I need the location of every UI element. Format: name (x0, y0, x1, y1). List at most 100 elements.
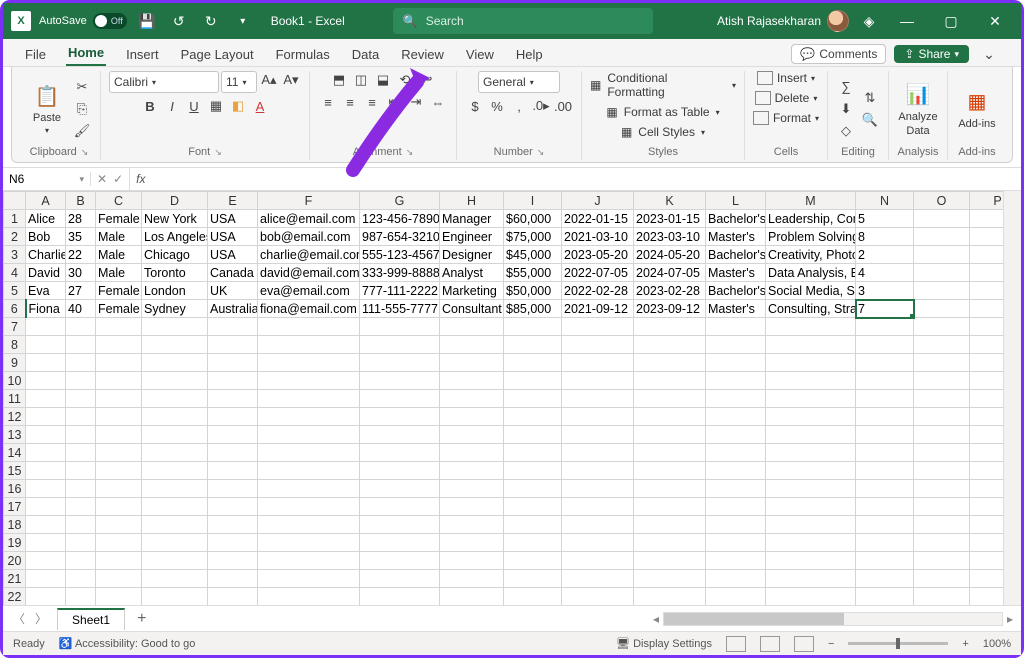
cell-E22[interactable] (208, 588, 258, 606)
cell-H20[interactable] (440, 552, 504, 570)
cell-G7[interactable] (360, 318, 440, 336)
cell-P22[interactable] (970, 588, 1004, 606)
cell-O11[interactable] (914, 390, 970, 408)
cell-O20[interactable] (914, 552, 970, 570)
cell-N1[interactable]: 5 (856, 210, 914, 228)
find-select-icon[interactable]: 🔍 (860, 111, 880, 129)
cell-G22[interactable] (360, 588, 440, 606)
tab-help[interactable]: Help (514, 43, 545, 66)
cell-J21[interactable] (562, 570, 634, 588)
cell-B7[interactable] (66, 318, 96, 336)
cell-J22[interactable] (562, 588, 634, 606)
cell-P7[interactable] (970, 318, 1004, 336)
cell-P6[interactable] (970, 300, 1004, 318)
cell-A11[interactable] (26, 390, 66, 408)
col-header-P[interactable]: P (970, 192, 1004, 210)
cell-B19[interactable] (66, 534, 96, 552)
analyze-data-button[interactable]: 📊 Analyze Data (897, 81, 939, 137)
cell-I7[interactable] (504, 318, 562, 336)
cell-A5[interactable]: Eva (26, 282, 66, 300)
cell-A16[interactable] (26, 480, 66, 498)
cell-F5[interactable]: eva@email.com (258, 282, 360, 300)
cell-C3[interactable]: Male (96, 246, 142, 264)
zoom-slider[interactable] (848, 642, 948, 645)
cell-D16[interactable] (142, 480, 208, 498)
cell-N5[interactable]: 3 (856, 282, 914, 300)
cell-J8[interactable] (562, 336, 634, 354)
cell-I6[interactable]: $85,000 (504, 300, 562, 318)
cell-N8[interactable] (856, 336, 914, 354)
cell-A18[interactable] (26, 516, 66, 534)
cell-K15[interactable] (634, 462, 706, 480)
cell-C12[interactable] (96, 408, 142, 426)
cell-N11[interactable] (856, 390, 914, 408)
cell-M19[interactable] (766, 534, 856, 552)
increase-decimal-icon[interactable]: .0▸ (531, 97, 551, 115)
cell-N4[interactable]: 4 (856, 264, 914, 282)
cell-A17[interactable] (26, 498, 66, 516)
zoom-out-button[interactable]: − (828, 638, 834, 650)
cell-P12[interactable] (970, 408, 1004, 426)
cell-H6[interactable]: Consultant (440, 300, 504, 318)
align-bottom-icon[interactable]: ⬓ (373, 71, 393, 89)
horizontal-scrollbar[interactable]: ◂ ▸ (158, 612, 1021, 626)
cell-F7[interactable] (258, 318, 360, 336)
row-header-18[interactable]: 18 (4, 516, 26, 534)
cell-A3[interactable]: Charlie (26, 246, 66, 264)
cell-M5[interactable]: Social Media, SEO (766, 282, 856, 300)
cell-O10[interactable] (914, 372, 970, 390)
cell-O5[interactable] (914, 282, 970, 300)
cell-C8[interactable] (96, 336, 142, 354)
cell-L5[interactable]: Bachelor's (706, 282, 766, 300)
align-top-icon[interactable]: ⬒ (329, 71, 349, 89)
cell-J20[interactable] (562, 552, 634, 570)
cell-K4[interactable]: 2024-07-05 (634, 264, 706, 282)
fill-color-button[interactable]: ◧ (228, 97, 248, 115)
font-name-select[interactable]: Calibri▾ (109, 71, 219, 93)
cell-G2[interactable]: 987-654-3210 (360, 228, 440, 246)
cell-E20[interactable] (208, 552, 258, 570)
cell-L4[interactable]: Master's (706, 264, 766, 282)
format-cells-button[interactable]: Format ▾ (753, 111, 819, 125)
cell-B2[interactable]: 35 (66, 228, 96, 246)
cell-F8[interactable] (258, 336, 360, 354)
row-header-10[interactable]: 10 (4, 372, 26, 390)
cell-M12[interactable] (766, 408, 856, 426)
align-center-icon[interactable]: ≡ (340, 93, 360, 111)
cell-F10[interactable] (258, 372, 360, 390)
format-as-table-button[interactable]: ▦Format as Table ▾ (606, 105, 719, 119)
cell-E18[interactable] (208, 516, 258, 534)
cell-B18[interactable] (66, 516, 96, 534)
decrease-font-icon[interactable]: A▾ (281, 71, 301, 89)
cell-D6[interactable]: Sydney (142, 300, 208, 318)
cell-H4[interactable]: Analyst (440, 264, 504, 282)
cell-P20[interactable] (970, 552, 1004, 570)
col-header-J[interactable]: J (562, 192, 634, 210)
sheet-tab-sheet1[interactable]: Sheet1 (57, 608, 125, 630)
cell-K8[interactable] (634, 336, 706, 354)
cell-J15[interactable] (562, 462, 634, 480)
cell-G20[interactable] (360, 552, 440, 570)
cell-D3[interactable]: Chicago (142, 246, 208, 264)
insert-cells-button[interactable]: Insert ▾ (757, 71, 815, 85)
increase-indent-icon[interactable]: ⇥ (406, 93, 426, 111)
select-all-corner[interactable] (4, 192, 26, 210)
autosum-icon[interactable]: ∑ (836, 78, 856, 96)
font-color-button[interactable]: A (250, 97, 270, 115)
cell-O13[interactable] (914, 426, 970, 444)
cell-G8[interactable] (360, 336, 440, 354)
row-header-11[interactable]: 11 (4, 390, 26, 408)
cut-icon[interactable]: ✂ (72, 78, 92, 96)
align-left-icon[interactable]: ≡ (318, 93, 338, 111)
cell-C1[interactable]: Female (96, 210, 142, 228)
cell-K20[interactable] (634, 552, 706, 570)
cell-J11[interactable] (562, 390, 634, 408)
cell-K17[interactable] (634, 498, 706, 516)
cell-H9[interactable] (440, 354, 504, 372)
increase-font-icon[interactable]: A▴ (259, 71, 279, 89)
cell-L8[interactable] (706, 336, 766, 354)
cell-A1[interactable]: Alice (26, 210, 66, 228)
cell-P4[interactable] (970, 264, 1004, 282)
col-header-M[interactable]: M (766, 192, 856, 210)
tab-home[interactable]: Home (66, 41, 106, 66)
